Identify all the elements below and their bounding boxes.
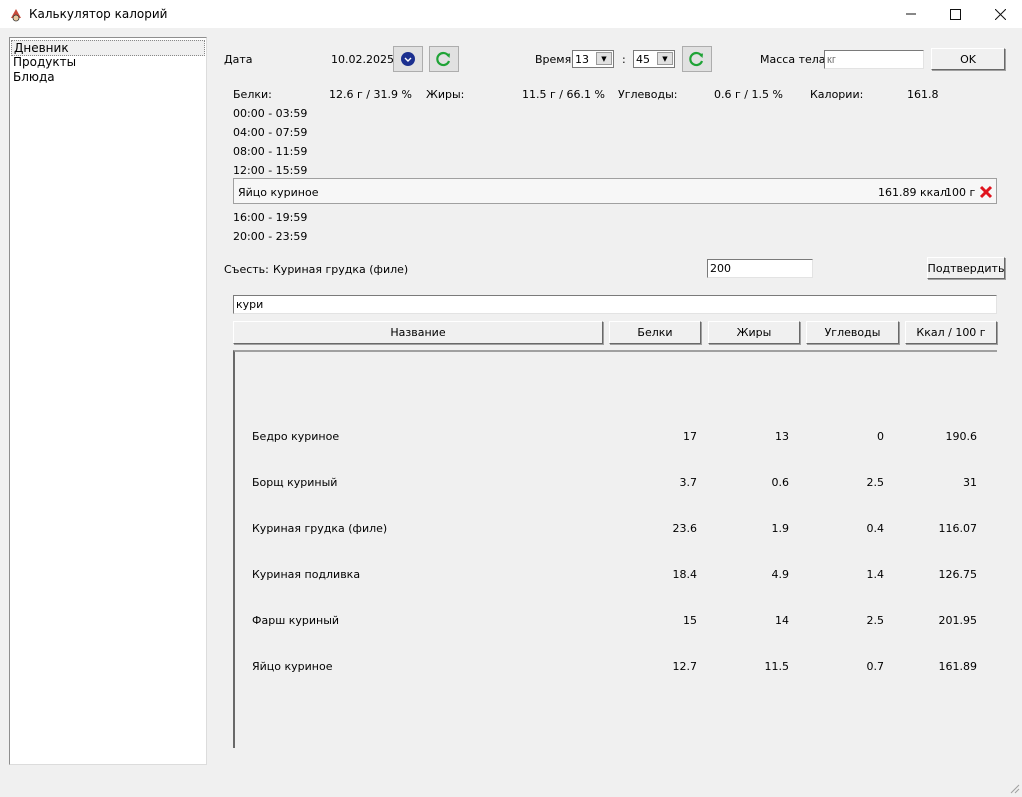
cell-kcal: 190.6	[945, 430, 978, 443]
date-label: Дата	[224, 53, 253, 66]
cell-name: Куриная подливка	[252, 568, 361, 581]
date-value: 10.02.2025	[331, 53, 394, 66]
delete-entry-icon[interactable]	[979, 185, 993, 199]
sidebar-item-dishes[interactable]: Блюда	[13, 70, 55, 84]
fats-label: Жиры:	[426, 88, 465, 101]
hour-select[interactable]: 13 ▼	[572, 50, 614, 68]
column-header-fats[interactable]: Жиры	[708, 321, 800, 344]
cell-carbs: 0	[877, 430, 884, 443]
cell-fats: 14	[775, 614, 789, 627]
carbs-value: 0.6 г / 1.5 %	[714, 88, 783, 101]
cell-carbs: 2.5	[866, 614, 885, 627]
calendar-button[interactable]	[393, 46, 423, 72]
cell-proteins: 15	[683, 614, 697, 627]
proteins-value: 12.6 г / 31.9 %	[329, 88, 412, 101]
eat-label: Съесть:	[224, 263, 269, 276]
refresh-icon	[689, 51, 704, 67]
time-separator: :	[622, 53, 626, 66]
chevron-down-icon[interactable]: ▼	[657, 52, 673, 65]
refresh-time-button[interactable]	[682, 46, 712, 72]
cell-kcal: 161.89	[938, 660, 978, 673]
cell-carbs: 2.5	[866, 476, 885, 489]
cell-fats: 0.6	[771, 476, 790, 489]
carbs-label: Углеводы:	[618, 88, 678, 101]
sidebar-item-diary[interactable]: Дневник	[11, 40, 205, 56]
confirm-button[interactable]: Подтвердить	[927, 257, 1005, 279]
cell-carbs: 1.4	[866, 568, 885, 581]
minute-select[interactable]: 45 ▼	[633, 50, 675, 68]
cell-carbs: 0.7	[866, 660, 885, 673]
time-slot[interactable]: 00:00 - 03:59	[233, 107, 307, 120]
cell-proteins: 3.7	[679, 476, 698, 489]
calories-value: 161.8	[907, 88, 939, 101]
meal-entry-name: Яйцо куриное	[238, 186, 319, 199]
cell-proteins: 23.6	[672, 522, 698, 535]
time-label: Время	[535, 53, 572, 66]
hour-value: 13	[575, 52, 589, 66]
body-weight-label: Масса тела	[760, 53, 826, 66]
search-input[interactable]: кури	[233, 295, 997, 314]
table-row[interactable]: Борщ куриный 3.7 0.6 2.5 31	[235, 476, 995, 490]
cell-proteins: 17	[683, 430, 697, 443]
time-slot[interactable]: 04:00 - 07:59	[233, 126, 307, 139]
body-weight-input[interactable]	[824, 50, 924, 69]
proteins-label: Белки:	[233, 88, 272, 101]
window-title: Калькулятор калорий	[29, 7, 168, 21]
ok-button[interactable]: OK	[931, 48, 1005, 70]
column-header-kcal[interactable]: Ккал / 100 г	[905, 321, 997, 344]
time-slot[interactable]: 16:00 - 19:59	[233, 211, 307, 224]
minute-value: 45	[636, 52, 650, 66]
cell-kcal: 116.07	[938, 522, 978, 535]
time-slot[interactable]: 08:00 - 11:59	[233, 145, 307, 158]
minimize-button[interactable]	[888, 0, 934, 28]
cell-fats: 11.5	[764, 660, 790, 673]
table-row[interactable]: Куриная подливка 18.4 4.9 1.4 126.75	[235, 568, 995, 582]
chevron-down-icon[interactable]: ▼	[596, 52, 612, 65]
products-table: Бедро куриное 17 13 0 190.6 Борщ куриный…	[233, 350, 997, 748]
meal-entry[interactable]: Яйцо куриное 161.89 ккал 100 г	[233, 178, 997, 204]
app-icon	[8, 6, 24, 22]
meal-entry-weight: 100 г	[945, 186, 976, 199]
cell-name: Куриная грудка (филе)	[252, 522, 388, 535]
eat-product: Куриная грудка (филе)	[273, 263, 409, 276]
table-row[interactable]: Бедро куриное 17 13 0 190.6	[235, 430, 995, 444]
column-header-carbs[interactable]: Углеводы	[806, 321, 899, 344]
resize-grip-icon[interactable]	[1008, 782, 1020, 794]
table-row[interactable]: Куриная грудка (филе) 23.6 1.9 0.4 116.0…	[235, 522, 995, 536]
cell-fats: 13	[775, 430, 789, 443]
cell-fats: 1.9	[771, 522, 790, 535]
cell-kcal: 201.95	[938, 614, 978, 627]
maximize-button[interactable]	[932, 0, 978, 28]
close-button[interactable]	[977, 0, 1022, 28]
cell-carbs: 0.4	[866, 522, 885, 535]
cell-name: Бедро куриное	[252, 430, 340, 443]
column-header-name[interactable]: Название	[233, 321, 603, 344]
table-row[interactable]: Яйцо куриное 12.7 11.5 0.7 161.89	[235, 660, 995, 674]
sidebar: Дневник Продукты Блюда	[9, 37, 207, 765]
meal-entry-kcal: 161.89 ккал	[878, 186, 948, 199]
cell-kcal: 31	[963, 476, 977, 489]
cell-proteins: 18.4	[672, 568, 698, 581]
column-header-proteins[interactable]: Белки	[609, 321, 701, 344]
cell-name: Борщ куриный	[252, 476, 338, 489]
refresh-icon	[436, 51, 451, 67]
refresh-date-button[interactable]	[429, 46, 459, 72]
cell-proteins: 12.7	[672, 660, 698, 673]
calendar-icon	[401, 52, 415, 66]
table-row[interactable]: Фарш куриный 15 14 2.5 201.95	[235, 614, 995, 628]
fats-value: 11.5 г / 66.1 %	[522, 88, 605, 101]
cell-name: Фарш куриный	[252, 614, 340, 627]
sidebar-item-products[interactable]: Продукты	[13, 55, 76, 69]
time-slot[interactable]: 12:00 - 15:59	[233, 164, 307, 177]
cell-fats: 4.9	[771, 568, 790, 581]
cell-name: Яйцо куриное	[252, 660, 333, 673]
amount-input[interactable]: 200	[707, 259, 813, 278]
cell-kcal: 126.75	[938, 568, 978, 581]
calories-label: Калории:	[810, 88, 864, 101]
time-slot[interactable]: 20:00 - 23:59	[233, 230, 307, 243]
